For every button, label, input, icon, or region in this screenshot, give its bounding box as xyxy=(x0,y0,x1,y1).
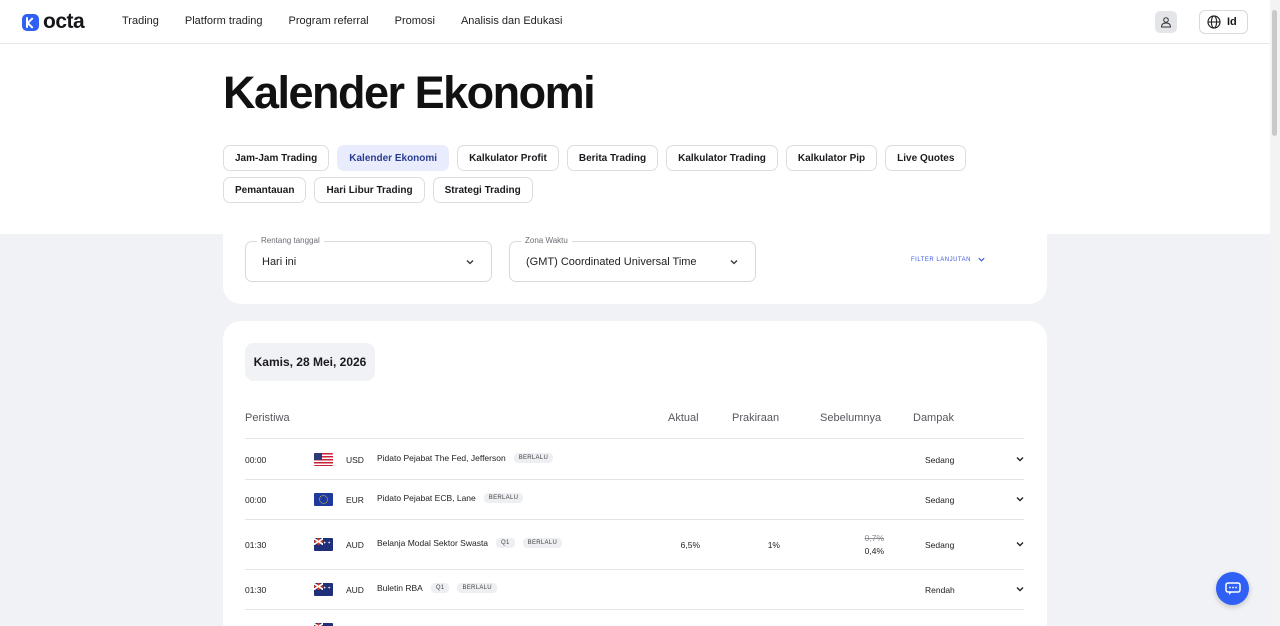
period-badge: Q1 xyxy=(430,583,450,593)
tab-kalender-ekonomi[interactable]: Kalender Ekonomi xyxy=(337,145,450,171)
filter-panel: Rentang tanggal Hari ini Zona Waktu (GMT… xyxy=(223,228,1047,304)
date-range-label: Rentang tanggal xyxy=(257,236,324,245)
date-range-select[interactable]: Rentang tanggal Hari ini xyxy=(245,236,492,282)
us-flag-icon xyxy=(314,453,333,466)
tab-kalkulator-trading[interactable]: Kalkulator Trading xyxy=(666,145,778,171)
expand-chevron-icon[interactable] xyxy=(1015,454,1025,464)
event-impact: Rendah xyxy=(925,585,955,595)
tab-hari-libur-trading[interactable]: Hari Libur Trading xyxy=(314,177,425,203)
tab-berita-trading[interactable]: Berita Trading xyxy=(566,145,659,171)
tab-jam-jam-trading[interactable]: Jam-Jam Trading xyxy=(223,145,330,171)
top-navbar: octa Trading Platform trading Program re… xyxy=(0,0,1270,44)
eu-flag-icon xyxy=(314,493,333,506)
event-previous: 0,7% xyxy=(864,533,884,543)
col-previous: Sebelumnya xyxy=(820,412,882,424)
hero-section: Kalender Ekonomi Jam-Jam Trading Kalende… xyxy=(0,44,1270,234)
status-badge: BERLALU xyxy=(522,538,563,548)
profile-button[interactable] xyxy=(1155,11,1177,33)
table-row[interactable]: 00:00 USD Pidato Pejabat The Fed, Jeffer… xyxy=(245,440,1024,480)
nav-item-platform-trading[interactable]: Platform trading xyxy=(185,15,263,27)
advanced-filter-button[interactable]: FILTER LANJUTAN xyxy=(911,255,986,264)
tab-strategi-trading[interactable]: Strategi Trading xyxy=(432,177,533,203)
au-flag-icon xyxy=(314,538,333,551)
chat-icon xyxy=(1224,581,1241,595)
tools-tabs: Jam-Jam Trading Kalender Ekonomi Kalkula… xyxy=(223,145,1053,203)
calendar-date: Kamis, 28 Mei, 2026 xyxy=(245,343,375,381)
octa-logo[interactable]: octa xyxy=(22,10,85,33)
globe-icon xyxy=(1207,15,1221,29)
status-badge: BERLALU xyxy=(457,583,497,593)
event-title: Buletin RBA xyxy=(377,583,423,593)
event-name: Buletin RBA Q1 BERLALU xyxy=(377,583,497,593)
octa-logo-icon xyxy=(22,13,39,31)
event-name: Pidato Pejabat The Fed, Jefferson BERLAL… xyxy=(377,453,554,463)
calendar-card: Kamis, 28 Mei, 2026 Peristiwa Aktual Pra… xyxy=(223,321,1047,626)
event-currency: AUD xyxy=(346,585,364,595)
chat-support-button[interactable] xyxy=(1216,572,1249,605)
event-time: 00:00 xyxy=(245,455,267,465)
table-row[interactable] xyxy=(245,610,1024,626)
expand-chevron-icon[interactable] xyxy=(1015,584,1025,594)
tab-live-quotes[interactable]: Live Quotes xyxy=(885,145,967,171)
chevron-down-icon xyxy=(978,257,985,262)
event-previous-revised: 0,4% xyxy=(864,546,884,556)
logo-text: octa xyxy=(43,10,85,33)
event-currency: EUR xyxy=(346,495,364,505)
page-title: Kalender Ekonomi xyxy=(223,67,596,118)
calendar-table-header: Peristiwa Aktual Prakiraan Sebelumnya Da… xyxy=(245,407,1024,439)
chevron-down-icon xyxy=(730,260,738,265)
tab-pemantauan[interactable]: Pemantauan xyxy=(223,177,307,203)
tab-kalkulator-pip[interactable]: Kalkulator Pip xyxy=(785,145,878,171)
expand-chevron-icon[interactable] xyxy=(1015,494,1025,504)
event-title: Belanja Modal Sektor Swasta xyxy=(377,538,489,548)
event-actual: 6,5% xyxy=(680,540,700,550)
tab-kalkulator-profit[interactable]: Kalkulator Profit xyxy=(457,145,559,171)
period-badge: Q1 xyxy=(496,538,515,548)
event-currency: AUD xyxy=(346,540,364,550)
event-time: 00:00 xyxy=(245,495,267,505)
table-row[interactable]: 00:00 EUR Pidato Pejabat ECB, Lane BERLA… xyxy=(245,480,1024,520)
scrollbar-thumb[interactable] xyxy=(1272,10,1277,136)
event-title: Pidato Pejabat ECB, Lane xyxy=(377,493,476,503)
chevron-down-icon xyxy=(466,260,474,265)
date-range-value: Hari ini xyxy=(262,256,297,268)
event-impact: Sedang xyxy=(925,540,955,550)
expand-chevron-icon[interactable] xyxy=(1015,539,1025,549)
timezone-select[interactable]: Zona Waktu (GMT) Coordinated Universal T… xyxy=(509,236,756,282)
language-label: Id xyxy=(1227,16,1237,28)
event-impact: Sedang xyxy=(925,495,955,505)
event-title: Pidato Pejabat The Fed, Jefferson xyxy=(377,453,506,463)
event-currency: USD xyxy=(346,455,364,465)
user-icon xyxy=(1160,17,1172,28)
nav-item-promosi[interactable]: Promosi xyxy=(395,15,435,27)
table-row[interactable]: 01:30 AUD Buletin RBA Q1 BERLALU Rendah xyxy=(245,570,1024,610)
language-selector[interactable]: Id xyxy=(1199,10,1248,34)
col-event: Peristiwa xyxy=(245,412,290,424)
main-nav: Trading Platform trading Program referra… xyxy=(122,15,588,27)
event-impact: Sedang xyxy=(925,455,955,465)
nav-item-analisis-edukasi[interactable]: Analisis dan Edukasi xyxy=(461,15,563,27)
status-badge: BERLALU xyxy=(483,493,524,503)
status-badge: BERLALU xyxy=(513,453,554,463)
event-time: 01:30 xyxy=(245,540,267,550)
event-name: Pidato Pejabat ECB, Lane BERLALU xyxy=(377,493,524,503)
col-impact: Dampak xyxy=(913,412,954,424)
advanced-filter-label: FILTER LANJUTAN xyxy=(911,256,971,263)
au-flag-icon xyxy=(314,583,333,596)
timezone-label: Zona Waktu xyxy=(521,236,572,245)
col-actual: Aktual xyxy=(668,412,699,424)
timezone-value: (GMT) Coordinated Universal Time xyxy=(526,256,697,268)
nav-item-program-referral[interactable]: Program referral xyxy=(289,15,369,27)
event-time: 01:30 xyxy=(245,585,267,595)
col-forecast: Prakiraan xyxy=(732,412,780,424)
table-row[interactable]: 01:30 AUD Belanja Modal Sektor Swasta Q1… xyxy=(245,520,1024,570)
event-forecast: 1% xyxy=(767,540,780,550)
event-name: Belanja Modal Sektor Swasta Q1 BERLALU xyxy=(377,538,563,548)
nav-item-trading[interactable]: Trading xyxy=(122,15,159,27)
